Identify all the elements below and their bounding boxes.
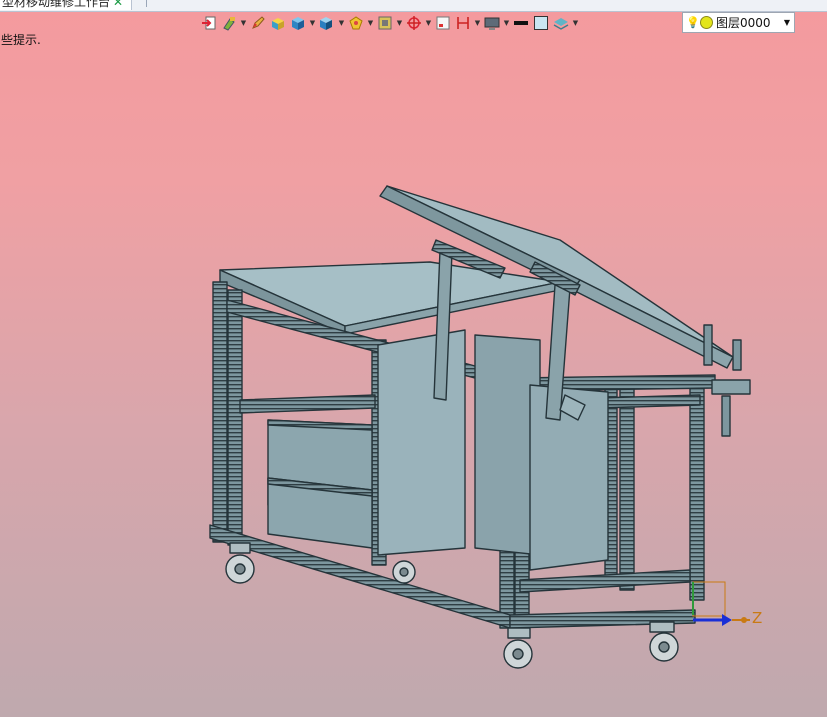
model-viewport[interactable] — [0, 0, 827, 717]
axis-z-label: Z — [752, 609, 763, 627]
workbench-model — [209, 185, 751, 669]
